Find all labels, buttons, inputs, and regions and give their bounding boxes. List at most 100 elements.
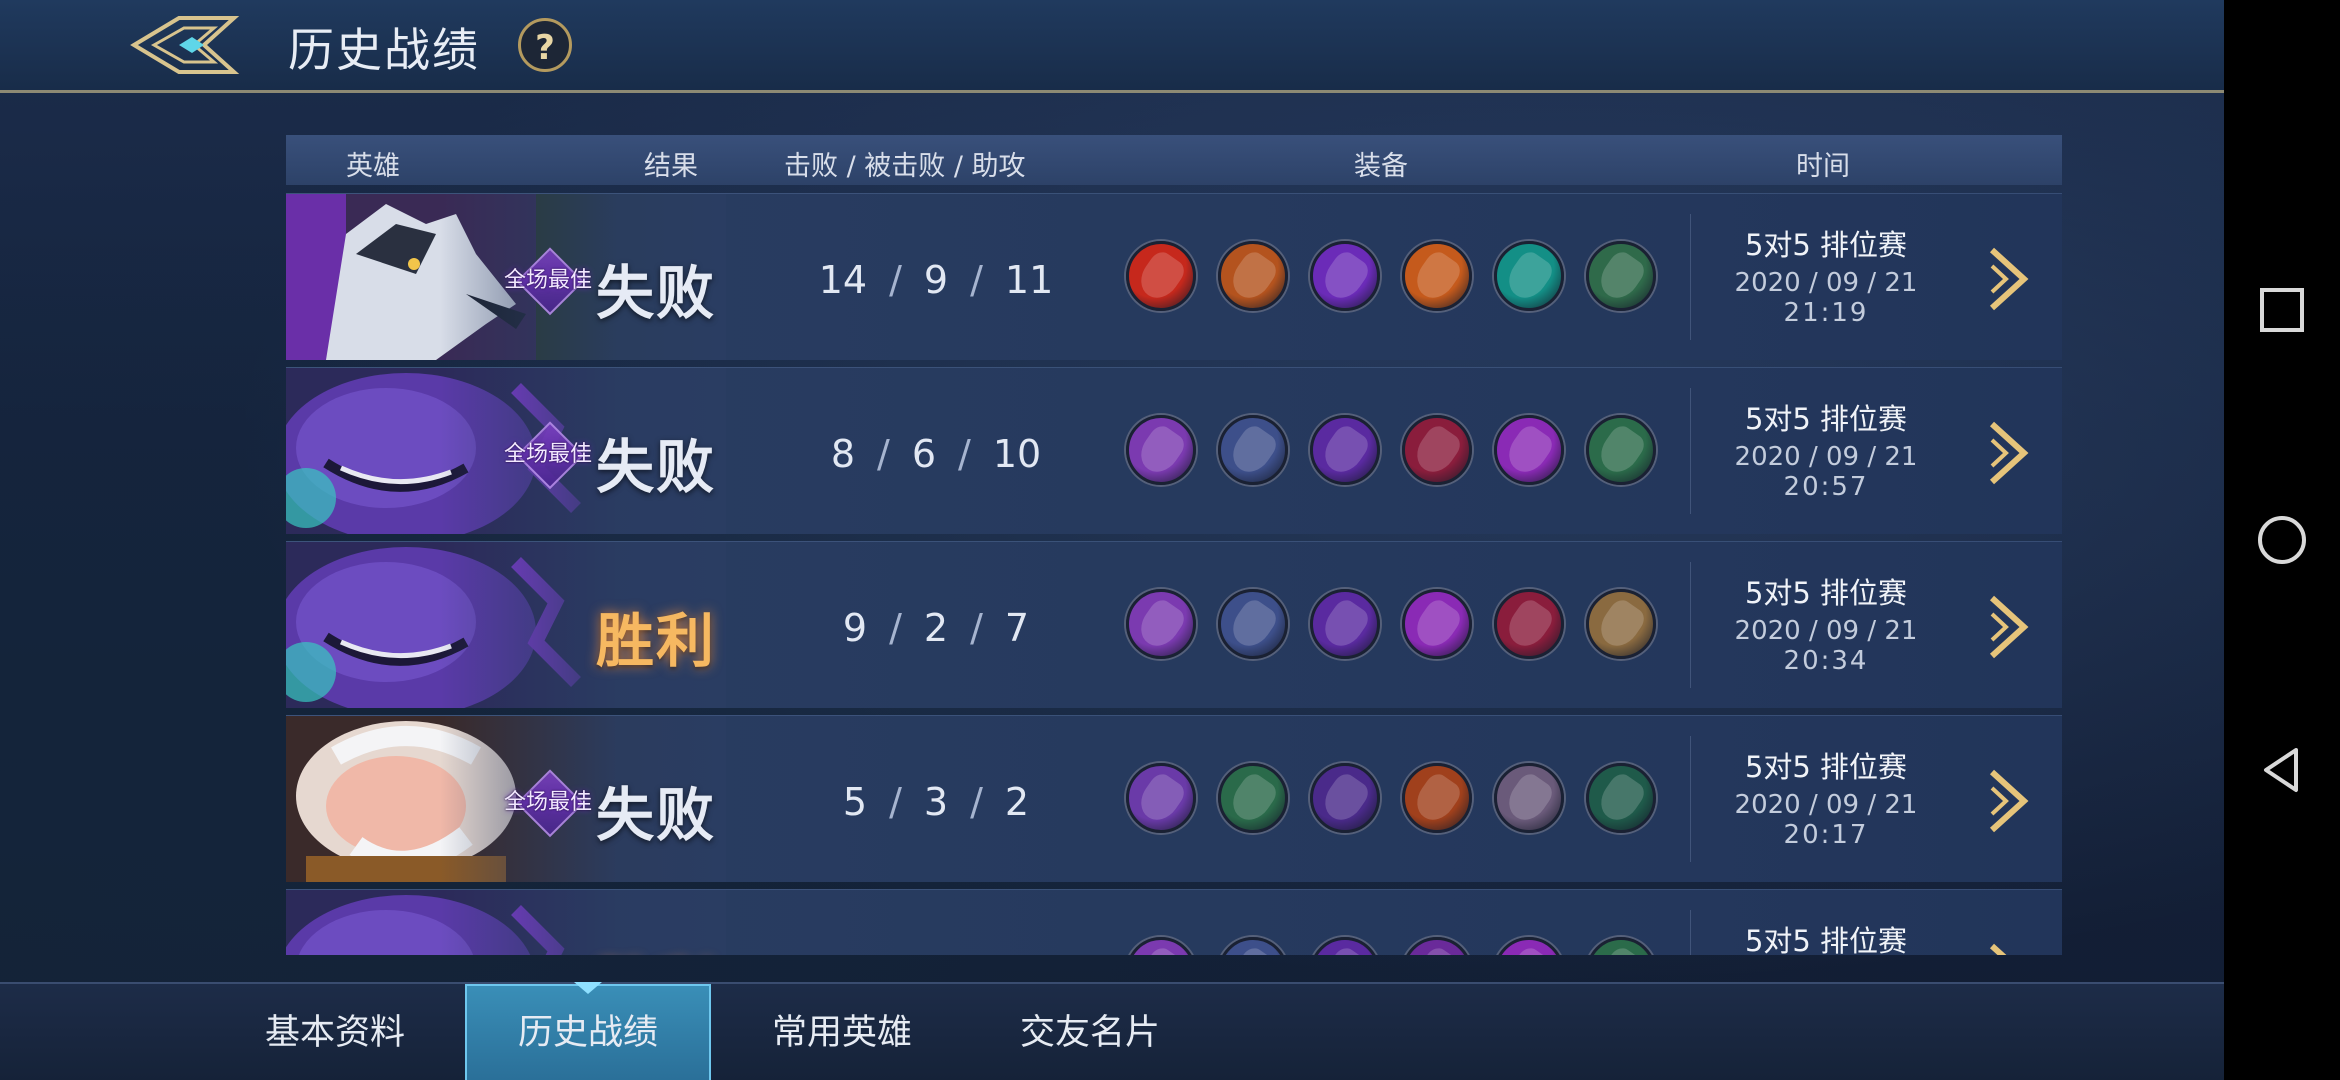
item-icon[interactable] [1310, 415, 1380, 485]
match-meta: 5对5 排位赛 2020 / 09 / 21 21:19 [1716, 222, 1936, 328]
tab-common-heroes[interactable]: 常用英雄 [752, 984, 932, 1080]
item-icon[interactable] [1494, 937, 1564, 955]
item-list [1126, 415, 1666, 487]
triangle-back-icon[interactable] [2252, 740, 2312, 800]
match-time: 20:34 [1783, 646, 1869, 676]
divider [1690, 214, 1691, 340]
item-icon[interactable] [1402, 589, 1472, 659]
item-icon[interactable] [1218, 415, 1288, 485]
deaths: 6 [911, 432, 936, 476]
circle-icon[interactable] [2252, 510, 2312, 570]
match-time: 20:57 [1783, 472, 1869, 502]
chevron-right-icon[interactable] [1986, 418, 2030, 488]
item-icon[interactable] [1586, 937, 1656, 955]
assists: 11 [1004, 258, 1054, 302]
chevron-right-icon[interactable] [1986, 766, 2030, 836]
match-mode: 5对5 排位赛 [1744, 228, 1908, 262]
header-bar: 历史战绩 ? [0, 0, 2224, 93]
chevron-right-icon[interactable] [1986, 940, 2030, 955]
mvp-label: 全场最佳 [503, 442, 592, 467]
match-meta: 5对5 排位赛 2020 / 09 / 21 20:17 [1716, 744, 1936, 850]
deaths: 2 [923, 606, 949, 650]
match-result: 胜利 [596, 942, 716, 955]
item-icon[interactable] [1310, 589, 1380, 659]
deaths: 9 [923, 258, 949, 302]
column-kda: 击败 / 被击败 / 助攻 [784, 151, 1026, 182]
tab-basic-info[interactable]: 基本资料 [250, 984, 420, 1080]
match-mode: 5对5 排位赛 [1744, 402, 1908, 436]
item-list [1126, 589, 1666, 661]
match-result: 失败 [596, 259, 717, 327]
item-icon[interactable] [1494, 589, 1564, 659]
match-mode: 5对5 排位赛 [1744, 924, 1908, 955]
kills: 14 [818, 258, 868, 302]
item-icon[interactable] [1310, 241, 1380, 311]
item-icon[interactable] [1494, 415, 1564, 485]
deaths: 3 [923, 780, 949, 824]
item-icon[interactable] [1126, 589, 1196, 659]
column-time: 时间 [1796, 151, 1850, 182]
match-date: 2020 / 09 / 21 [1734, 790, 1918, 820]
item-icon[interactable] [1218, 589, 1288, 659]
mvp-label: 全场最佳 [503, 790, 592, 815]
item-icon[interactable] [1402, 937, 1472, 955]
item-icon[interactable] [1126, 241, 1196, 311]
item-icon[interactable] [1218, 937, 1288, 955]
item-icon[interactable] [1494, 763, 1564, 833]
mvp-badge: 全场最佳 [500, 420, 596, 490]
bottom-tab-bar: 基本资料 历史战绩 常用英雄 交友名片 [0, 982, 2224, 1080]
mvp-badge: 全场最佳 [500, 768, 596, 838]
column-result: 结果 [644, 151, 698, 182]
item-icon[interactable] [1586, 763, 1656, 833]
assists: 7 [1004, 606, 1030, 650]
item-icon[interactable] [1402, 763, 1472, 833]
item-icon[interactable] [1494, 241, 1564, 311]
match-mode: 5对5 排位赛 [1744, 750, 1908, 784]
assists: 2 [1004, 780, 1030, 824]
square-icon[interactable] [2252, 280, 2312, 340]
system-nav-bar [2224, 0, 2340, 1080]
table-row[interactable]: 全场最佳 失败 8/6/10 5对5 排位赛 2020 / 09 / 21 20:57 [286, 367, 2062, 534]
item-icon[interactable] [1310, 937, 1380, 955]
app-window: 历史战绩 ? 英雄 结果 击败 / 被击败 / 助攻 装备 时间 全场最佳 失败 1… [0, 0, 2224, 1080]
back-button[interactable] [124, 10, 244, 80]
item-list [1126, 763, 1666, 835]
item-icon[interactable] [1586, 415, 1656, 485]
divider [1690, 388, 1691, 514]
tab-match-history[interactable]: 历史战绩 [465, 982, 711, 1080]
item-icon[interactable] [1218, 763, 1288, 833]
item-icon[interactable] [1586, 589, 1656, 659]
table-row[interactable]: 胜利 5对5 排位赛 [286, 889, 2062, 955]
match-meta: 5对5 排位赛 2020 / 09 / 21 20:34 [1716, 570, 1936, 676]
match-meta: 5对5 排位赛 [1716, 918, 1936, 955]
tab-friend-card[interactable]: 交友名片 [1000, 984, 1180, 1080]
item-icon[interactable] [1402, 415, 1472, 485]
match-time: 21:19 [1783, 298, 1869, 328]
help-button[interactable]: ? [518, 18, 572, 72]
match-result: 胜利 [596, 607, 717, 675]
kda-stats: 8/6/10 [830, 432, 1042, 476]
match-result: 失败 [596, 433, 717, 501]
divider [1690, 910, 1691, 955]
match-mode: 5对5 排位赛 [1744, 576, 1908, 610]
item-icon[interactable] [1126, 763, 1196, 833]
item-icon[interactable] [1126, 937, 1196, 955]
match-date: 2020 / 09 / 21 [1734, 442, 1918, 472]
item-icon[interactable] [1586, 241, 1656, 311]
item-list [1126, 241, 1666, 313]
table-row[interactable]: 胜利 9/2/7 5对5 排位赛 2020 / 09 / 21 20:34 [286, 541, 2062, 708]
item-list [1126, 937, 1666, 955]
table-row[interactable]: 全场最佳 失败 5/3/2 5对5 排位赛 2020 / 09 / 21 20:17 [286, 715, 2062, 882]
assists: 10 [992, 432, 1042, 476]
column-items: 装备 [1354, 151, 1408, 182]
item-icon[interactable] [1126, 415, 1196, 485]
item-icon[interactable] [1310, 763, 1380, 833]
match-date: 2020 / 09 / 21 [1734, 268, 1918, 298]
chevron-right-icon[interactable] [1986, 244, 2030, 314]
divider [1690, 736, 1691, 862]
item-icon[interactable] [1218, 241, 1288, 311]
table-row[interactable]: 全场最佳 失败 14/9/11 5对5 排位赛 2020 / 09 / 21 21:19 [286, 193, 2062, 360]
chevron-right-icon[interactable] [1986, 592, 2030, 662]
item-icon[interactable] [1402, 241, 1472, 311]
page-title: 历史战绩 [288, 23, 480, 77]
